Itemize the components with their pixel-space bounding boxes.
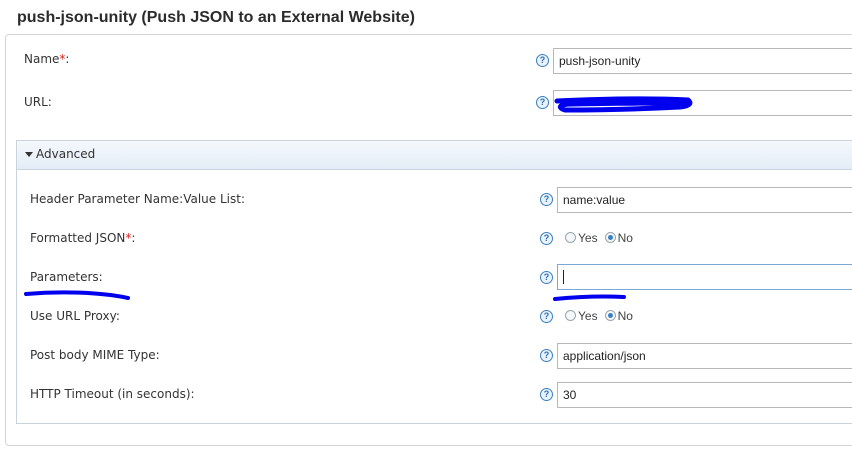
url-proxy-yes-radio[interactable]: [565, 310, 576, 322]
help-icon[interactable]: ?: [536, 54, 549, 67]
formatted-json-no-radio[interactable]: [604, 232, 616, 244]
advanced-label: Advanced: [36, 147, 96, 161]
mime-type-input[interactable]: application/json: [557, 343, 852, 369]
help-icon[interactable]: ?: [540, 271, 553, 284]
help-icon[interactable]: ?: [540, 310, 553, 323]
http-timeout-input[interactable]: 30: [557, 382, 852, 408]
parameters-label: Parameters:: [30, 270, 103, 284]
help-icon[interactable]: ?: [540, 349, 553, 362]
url-proxy-label: Use URL Proxy:: [30, 309, 120, 323]
formatted-json-yes-radio[interactable]: [565, 232, 576, 244]
url-label: URL:: [24, 95, 52, 109]
header-params-input[interactable]: name:value: [557, 187, 852, 213]
url-proxy-radio-group: Yes No: [565, 309, 640, 323]
formatted-json-radio-group: Yes No: [565, 231, 640, 245]
http-timeout-label: HTTP Timeout (in seconds):: [30, 387, 195, 401]
advanced-toggle[interactable]: Advanced: [17, 141, 852, 170]
parameters-input[interactable]: [557, 264, 852, 290]
name-input[interactable]: push-json-unity: [553, 48, 852, 74]
page-title: push-json-unity (Push JSON to an Externa…: [17, 9, 415, 26]
help-icon[interactable]: ?: [540, 193, 553, 206]
help-icon[interactable]: ?: [540, 388, 553, 401]
header-params-label: Header Parameter Name:Value List:: [30, 192, 245, 206]
formatted-json-label: Formatted JSON*:: [30, 231, 136, 245]
text-cursor: [563, 269, 564, 284]
help-icon[interactable]: ?: [540, 232, 553, 245]
name-label: Name*:: [24, 52, 70, 66]
mime-type-label: Post body MIME Type:: [30, 348, 160, 362]
caret-down-icon: [25, 152, 33, 157]
help-icon[interactable]: ?: [536, 96, 549, 109]
url-proxy-no-radio[interactable]: [604, 310, 616, 322]
url-input[interactable]: [553, 90, 852, 116]
